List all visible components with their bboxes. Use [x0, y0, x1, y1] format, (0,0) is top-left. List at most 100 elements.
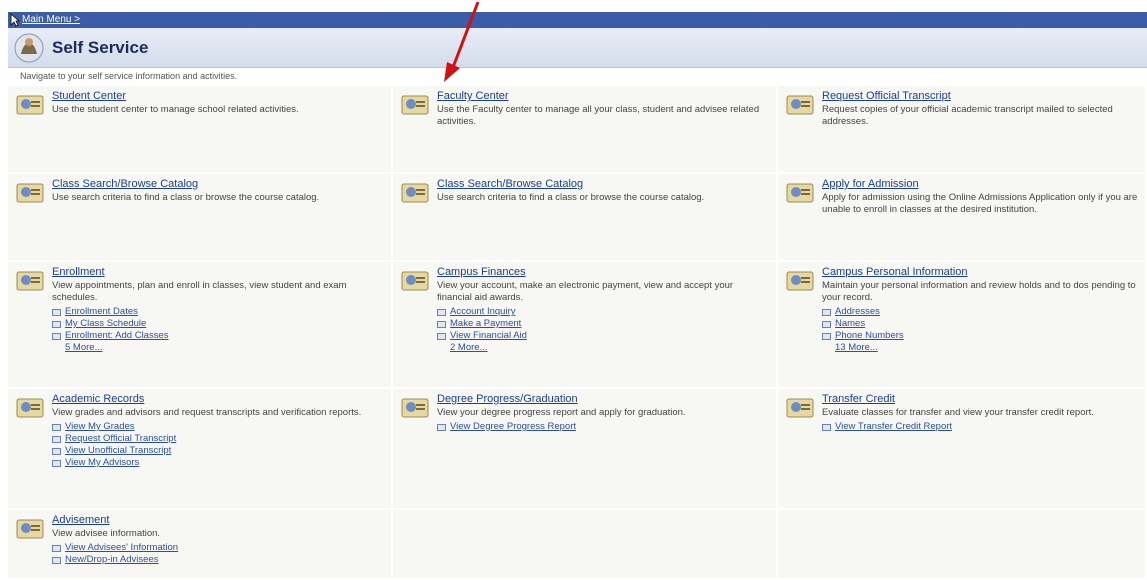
- personal-info-icon[interactable]: [784, 266, 816, 296]
- tile-quick-link[interactable]: View Degree Progress Report: [437, 421, 770, 433]
- menu-tile: Class Search/Browse Catalog Use search cr…: [393, 174, 778, 262]
- page-link-icon: [437, 332, 446, 340]
- student-center-icon[interactable]: [14, 90, 46, 120]
- tile-description: Use the student center to manage school …: [52, 104, 299, 115]
- page-instructions: Navigate to your self service informatio…: [20, 71, 238, 81]
- tile-quick-links: Enrollment Dates My Class Schedule Enrollm…: [52, 306, 385, 354]
- tile-quick-link[interactable]: View Transfer Credit Report: [822, 421, 1139, 433]
- tile-quick-link[interactable]: View Financial Aid: [437, 330, 770, 342]
- tile-quick-link[interactable]: New/Drop-in Advisees: [52, 554, 385, 566]
- menu-tile: Degree Progress/Graduation View your degr…: [393, 389, 778, 510]
- page-header: Self Service: [8, 28, 1147, 68]
- tile-title-link[interactable]: Enrollment: [52, 266, 385, 279]
- quick-link-label: New/Drop-in Advisees: [65, 554, 159, 565]
- tile-quick-link[interactable]: View Advisees' Information: [52, 542, 385, 554]
- transcript-icon[interactable]: [784, 90, 816, 120]
- tile-description: Maintain your personal information and r…: [822, 280, 1136, 303]
- quick-link-label: View My Grades: [65, 421, 135, 432]
- tile-quick-link[interactable]: Names: [822, 318, 1139, 330]
- tile-description: View your account, make an electronic pa…: [437, 280, 734, 303]
- menu-tile: Campus Finances View your account, make a…: [393, 262, 778, 389]
- faculty-center-icon[interactable]: [399, 90, 431, 120]
- more-links-link[interactable]: 13 More...: [835, 342, 1139, 354]
- tile-title-link[interactable]: Faculty Center: [437, 90, 770, 103]
- class-search-icon[interactable]: [14, 178, 46, 208]
- quick-link-label: View Degree Progress Report: [450, 421, 577, 432]
- mouse-cursor-icon: [10, 13, 20, 27]
- page-link-icon: [52, 435, 61, 443]
- tile-title-link[interactable]: Class Search/Browse Catalog: [437, 178, 770, 191]
- more-links-link[interactable]: 5 More...: [65, 342, 385, 354]
- self-service-icon: [14, 33, 44, 63]
- tile-title-link[interactable]: Request Official Transcript: [822, 90, 1139, 103]
- tile-description: View your degree progress report and app…: [437, 407, 686, 418]
- campus-finances-icon[interactable]: [399, 266, 431, 296]
- page-link-icon: [52, 320, 61, 328]
- quick-link-label: View Unofficial Transcript: [65, 445, 172, 456]
- menu-tile: Transfer Credit Evaluate classes for tran…: [778, 389, 1147, 510]
- menu-tile: Class Search/Browse Catalog Use search cr…: [8, 174, 393, 262]
- quick-link-label: View Financial Aid: [450, 330, 527, 341]
- tile-title-link[interactable]: Apply for Admission: [822, 178, 1139, 191]
- tile-quick-links: Addresses Names Phone Numbers 13 More...: [822, 306, 1139, 354]
- tile-title-link[interactable]: Class Search/Browse Catalog: [52, 178, 385, 191]
- tile-quick-links: View Advisees' Information New/Drop-in Ad…: [52, 542, 385, 566]
- tile-description: Request copies of your official academic…: [822, 104, 1113, 127]
- tile-quick-link[interactable]: Account Inquiry: [437, 306, 770, 318]
- quick-link-label: Request Official Transcript: [65, 433, 177, 444]
- main-menu-link[interactable]: Main Menu >: [22, 14, 80, 25]
- tile-quick-links: View My Grades Request Official Transcrip…: [52, 421, 385, 469]
- tile-description: Use search criteria to find a class or b…: [52, 192, 320, 203]
- quick-link-label: View Transfer Credit Report: [835, 421, 953, 432]
- tile-quick-link[interactable]: View My Grades: [52, 421, 385, 433]
- more-links-link[interactable]: 2 More...: [450, 342, 770, 354]
- menu-breadcrumb-bar: Main Menu >: [8, 12, 1147, 28]
- quick-link-label: Names: [835, 318, 866, 329]
- page-link-icon: [52, 556, 61, 564]
- apply-admission-icon[interactable]: [784, 178, 816, 208]
- page-link-icon: [52, 544, 61, 552]
- page-link-icon: [822, 423, 831, 431]
- tile-title-link[interactable]: Academic Records: [52, 393, 385, 406]
- page-link-icon: [822, 320, 831, 328]
- tile-quick-links: View Transfer Credit Report: [822, 421, 1139, 433]
- tile-title-link[interactable]: Advisement: [52, 514, 385, 527]
- degree-progress-icon[interactable]: [399, 393, 431, 423]
- tile-quick-link[interactable]: Phone Numbers: [822, 330, 1139, 342]
- quick-link-label: Make a Payment: [450, 318, 522, 329]
- quick-link-label: Addresses: [835, 306, 880, 317]
- tile-title-link[interactable]: Campus Personal Information: [822, 266, 1139, 279]
- transfer-credit-icon[interactable]: [784, 393, 816, 423]
- tile-quick-link[interactable]: Addresses: [822, 306, 1139, 318]
- tile-description: Apply for admission using the Online Adm…: [822, 192, 1138, 215]
- tile-quick-link[interactable]: View My Advisors: [52, 457, 385, 469]
- advisement-icon[interactable]: [14, 514, 46, 544]
- tile-quick-link[interactable]: Make a Payment: [437, 318, 770, 330]
- page-link-icon: [437, 320, 446, 328]
- self-service-grid: Student Center Use the student center to …: [8, 86, 1147, 580]
- tile-quick-link[interactable]: Request Official Transcript: [52, 433, 385, 445]
- tile-title-link[interactable]: Campus Finances: [437, 266, 770, 279]
- tile-quick-links: Account Inquiry Make a Payment View Financ…: [437, 306, 770, 354]
- empty-tile: [393, 510, 778, 580]
- enrollment-icon[interactable]: [14, 266, 46, 296]
- page-link-icon: [437, 308, 446, 316]
- tile-quick-link[interactable]: Enrollment Dates: [52, 306, 385, 318]
- academic-records-icon[interactable]: [14, 393, 46, 423]
- empty-tile: [778, 510, 1147, 580]
- page-link-icon: [437, 423, 446, 431]
- tile-description: View grades and advisors and request tra…: [52, 407, 362, 418]
- tile-quick-link[interactable]: View Unofficial Transcript: [52, 445, 385, 457]
- tile-title-link[interactable]: Degree Progress/Graduation: [437, 393, 770, 406]
- tile-title-link[interactable]: Student Center: [52, 90, 385, 103]
- quick-link-label: My Class Schedule: [65, 318, 147, 329]
- page-link-icon: [822, 332, 831, 340]
- page-link-icon: [52, 332, 61, 340]
- class-search-icon[interactable]: [399, 178, 431, 208]
- tile-title-link[interactable]: Transfer Credit: [822, 393, 1139, 406]
- tile-quick-link[interactable]: Enrollment: Add Classes: [52, 330, 385, 342]
- tile-quick-link[interactable]: My Class Schedule: [52, 318, 385, 330]
- page-link-icon: [822, 308, 831, 316]
- menu-tile: Advisement View advisee information. View …: [8, 510, 393, 580]
- menu-tile: Student Center Use the student center to …: [8, 86, 393, 174]
